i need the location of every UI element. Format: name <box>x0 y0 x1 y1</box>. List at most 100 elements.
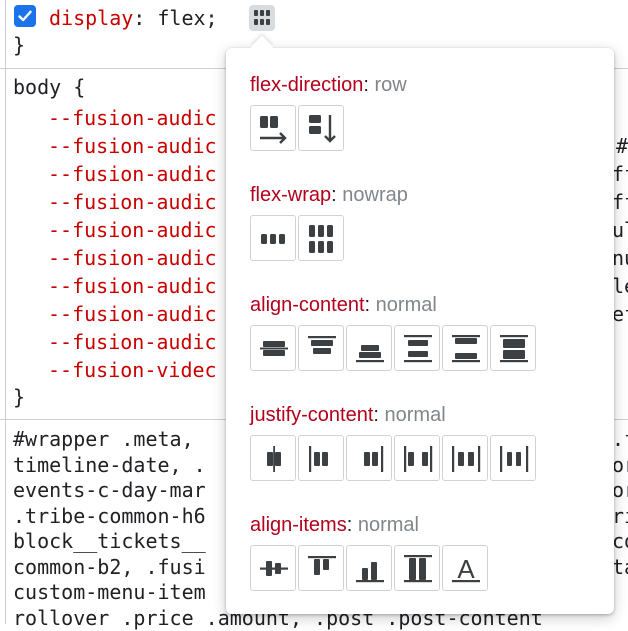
svg-text:A: A <box>457 554 475 584</box>
align-content-flex-end-button[interactable] <box>346 325 392 371</box>
pane-left-border <box>5 0 6 624</box>
property-name: display <box>49 6 134 30</box>
justify-content-space-between-button[interactable] <box>394 435 440 481</box>
colon: : <box>373 404 385 426</box>
display-checkbox[interactable] <box>14 5 36 27</box>
justify-content-center-button[interactable] <box>250 435 296 481</box>
justify-content-space-evenly-icon <box>500 446 529 472</box>
align-items-flex-end-icon <box>356 562 384 583</box>
justify-content-space-around-icon <box>452 446 481 472</box>
value-fragment: ef <box>612 302 628 326</box>
align-content-space-between-button[interactable] <box>442 325 488 371</box>
align-content-flex-start-icon <box>308 336 336 354</box>
property-value: flex; <box>157 6 218 30</box>
selector-line[interactable]: common-b2, .fusi <box>13 555 206 580</box>
property-value: row <box>374 74 407 96</box>
section-justify-content: justify-content: normal <box>250 403 536 481</box>
custom-property-line[interactable]: --fusion-audic <box>48 190 217 215</box>
property-value: normal <box>384 404 446 426</box>
align-content-flex-start-button[interactable] <box>298 325 344 371</box>
property-name: align-content <box>250 294 365 316</box>
selector-line[interactable]: timeline-date, . <box>13 453 206 478</box>
section-align-content: align-content: normal <box>250 293 536 371</box>
colon: : <box>346 514 358 536</box>
section-flex-wrap: flex-wrap: nowrap <box>250 183 408 261</box>
align-content-space-around-button[interactable] <box>394 325 440 371</box>
flex-direction-column-icon <box>309 115 336 143</box>
align-items-stretch-button[interactable] <box>394 545 440 591</box>
align-items-stretch-icon <box>404 555 432 583</box>
selector-line[interactable]: custom-menu-item <box>13 580 206 605</box>
custom-property-line[interactable]: --fusion-audic <box>48 274 217 299</box>
property-value: nowrap <box>342 184 408 206</box>
flexbox-editor-popover: flex-direction: row flex-wrap: nowrap alig… <box>226 35 614 614</box>
custom-property-line[interactable]: --fusion-audic <box>48 106 217 131</box>
custom-property-line[interactable]: --fusion-videc <box>48 358 217 383</box>
option-buttons <box>250 325 538 371</box>
flex-wrap-wrap-icon <box>309 225 333 253</box>
justify-content-space-around-button[interactable] <box>442 435 488 481</box>
body-selector[interactable]: body { <box>13 75 85 100</box>
selector-fragment: ri <box>612 503 628 528</box>
align-items-flex-start-button[interactable] <box>298 545 344 591</box>
selector-line[interactable]: #wrapper .meta, <box>13 427 194 452</box>
justify-content-space-between-icon <box>404 446 433 472</box>
custom-property-line[interactable]: --fusion-audic <box>48 302 217 327</box>
align-content-space-between-icon <box>452 335 480 363</box>
align-content-stretch-button[interactable] <box>490 325 536 371</box>
rule-close-brace: } <box>13 385 26 409</box>
justify-content-center-icon <box>267 446 281 472</box>
align-content-flex-end-icon <box>356 345 384 363</box>
section-title: align-content: normal <box>250 293 437 317</box>
custom-property-line[interactable]: --fusion-audic <box>48 330 217 355</box>
property-name: justify-content <box>250 404 374 426</box>
property-name: flex-wrap <box>250 184 332 206</box>
property-value: normal <box>357 514 419 536</box>
section-title: flex-direction: row <box>250 73 407 97</box>
flex-direction-row-button[interactable] <box>250 105 296 151</box>
value-fragment: le <box>612 274 628 298</box>
colon: : <box>331 184 343 206</box>
justify-content-flex-start-button[interactable] <box>298 435 344 481</box>
value-fragment: ff <box>612 162 628 186</box>
custom-property-line[interactable]: --fusion-audic <box>48 162 217 187</box>
flex-wrap-wrap-button[interactable] <box>298 215 344 261</box>
selector-line[interactable]: events-c-day-mar <box>13 478 206 503</box>
section-title: justify-content: normal <box>250 403 446 427</box>
align-items-center-icon <box>260 561 288 576</box>
align-content-center-button[interactable] <box>250 325 296 371</box>
justify-content-flex-start-icon <box>309 446 328 472</box>
align-items-center-button[interactable] <box>250 545 296 591</box>
custom-property-line[interactable]: --fusion-audic <box>48 134 217 159</box>
section-title: flex-wrap: nowrap <box>250 183 408 207</box>
colon: : <box>363 74 375 96</box>
selector-fragment: or <box>612 452 628 477</box>
justify-content-space-evenly-button[interactable] <box>490 435 536 481</box>
justify-content-flex-end-button[interactable] <box>346 435 392 481</box>
selector-fragment: .f <box>612 427 628 451</box>
custom-property-line[interactable]: --fusion-audic <box>48 246 217 271</box>
section-flex-direction: flex-direction: row <box>250 73 407 151</box>
align-items-baseline-icon: A <box>452 554 480 584</box>
align-content-space-around-icon <box>404 335 432 363</box>
flexbox-editor-button[interactable] <box>249 5 275 31</box>
colon: : <box>364 294 376 316</box>
align-items-baseline-button[interactable]: A <box>442 545 488 591</box>
align-items-flex-end-button[interactable] <box>346 545 392 591</box>
flex-wrap-nowrap-icon <box>261 234 285 244</box>
property-name: align-items <box>250 514 347 536</box>
custom-property-line[interactable]: --fusion-audic <box>48 218 217 243</box>
value-fragment: nu <box>612 246 628 270</box>
selector-line[interactable]: .tribe-common-h6 <box>13 504 206 529</box>
flex-wrap-nowrap-button[interactable] <box>250 215 296 261</box>
selector-line[interactable]: block__tickets__ <box>13 529 206 554</box>
value-fragment: ff <box>612 190 628 214</box>
flex-direction-column-button[interactable] <box>298 105 344 151</box>
section-title: align-items: normal <box>250 513 419 537</box>
align-items-flex-start-icon <box>308 556 336 575</box>
option-buttons: A <box>250 545 490 591</box>
justify-content-flex-end-icon <box>364 446 384 472</box>
display-declaration[interactable]: display: flex; <box>49 6 218 31</box>
selector-fragment: or <box>612 478 628 502</box>
property-name: flex-direction <box>250 74 364 96</box>
